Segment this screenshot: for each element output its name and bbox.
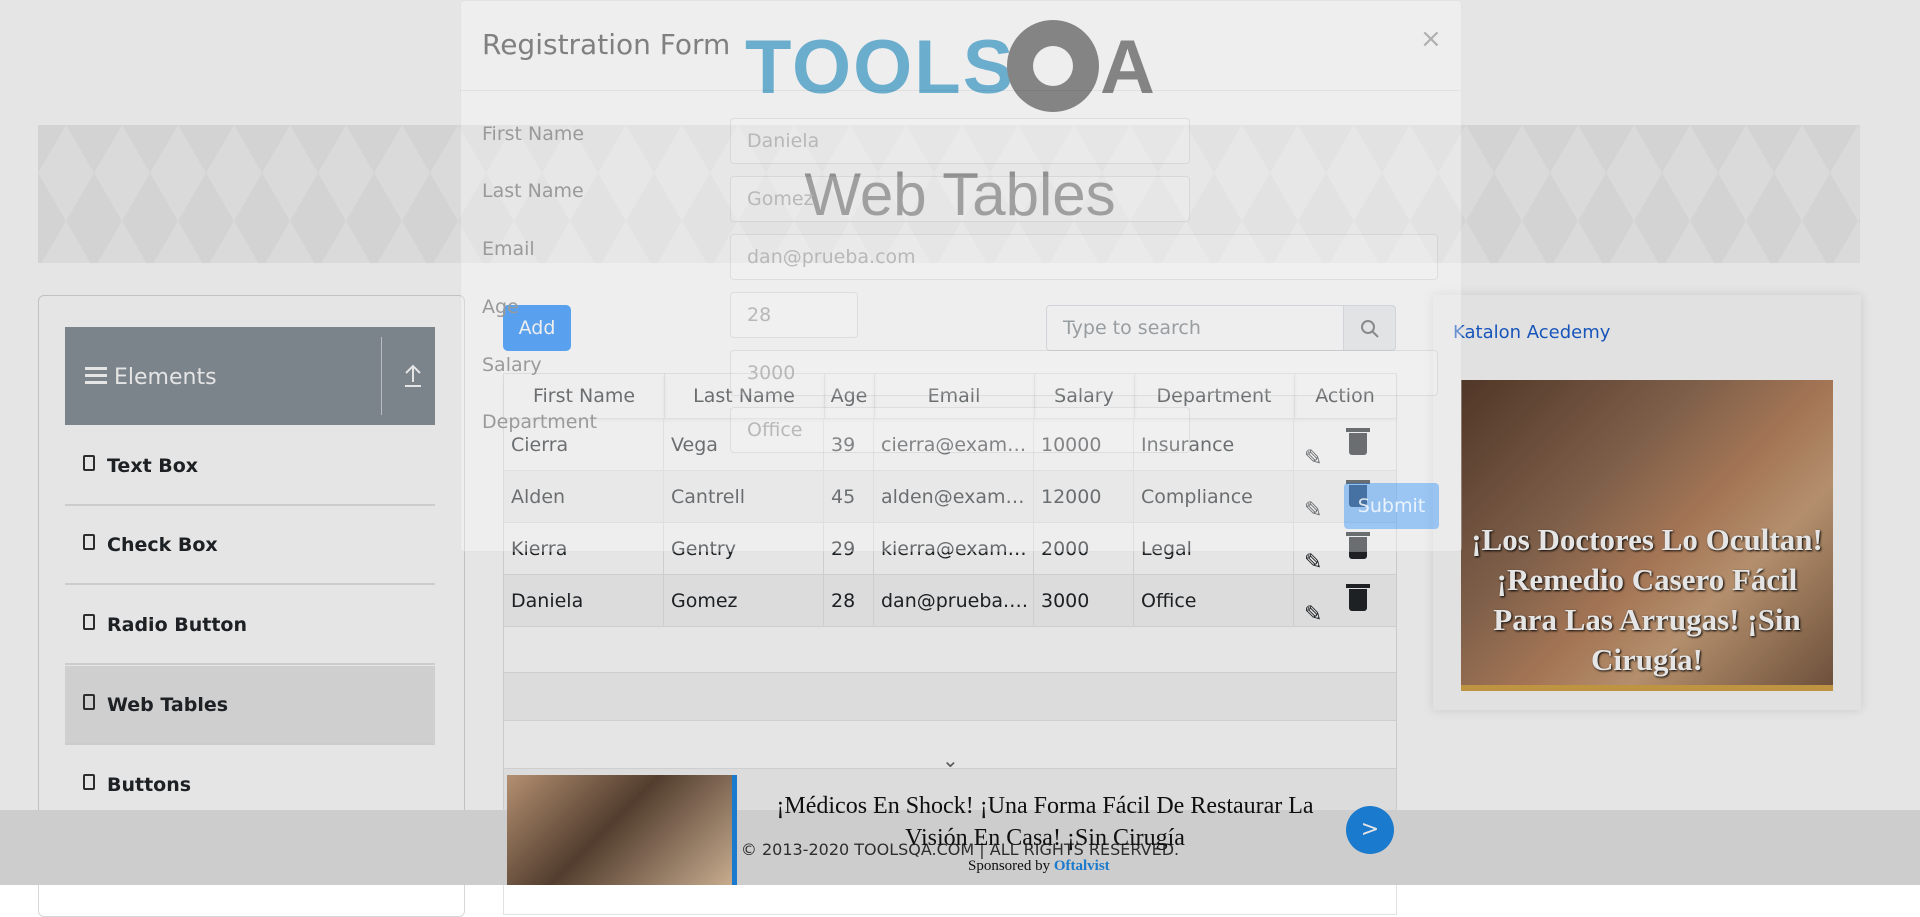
salary-label: Salary bbox=[482, 354, 542, 376]
age-field[interactable]: 28 bbox=[730, 292, 858, 338]
last-name-field[interactable]: Gomez bbox=[730, 176, 1190, 222]
submit-button[interactable]: Submit bbox=[1344, 483, 1439, 529]
close-icon[interactable]: × bbox=[1420, 24, 1442, 54]
modal-header-divider bbox=[460, 90, 1460, 91]
first-name-field[interactable]: Daniela bbox=[730, 118, 1190, 164]
department-label: Department bbox=[482, 411, 597, 433]
salary-field[interactable]: 3000 bbox=[730, 350, 1438, 396]
last-name-label: Last Name bbox=[482, 180, 584, 202]
department-field[interactable]: Office bbox=[730, 407, 1190, 453]
first-name-label: First Name bbox=[482, 123, 585, 145]
modal-title: Registration Form bbox=[482, 28, 731, 61]
age-label: Age bbox=[482, 296, 519, 318]
email-field[interactable]: dan@prueba.com bbox=[730, 234, 1438, 280]
email-label: Email bbox=[482, 238, 535, 260]
